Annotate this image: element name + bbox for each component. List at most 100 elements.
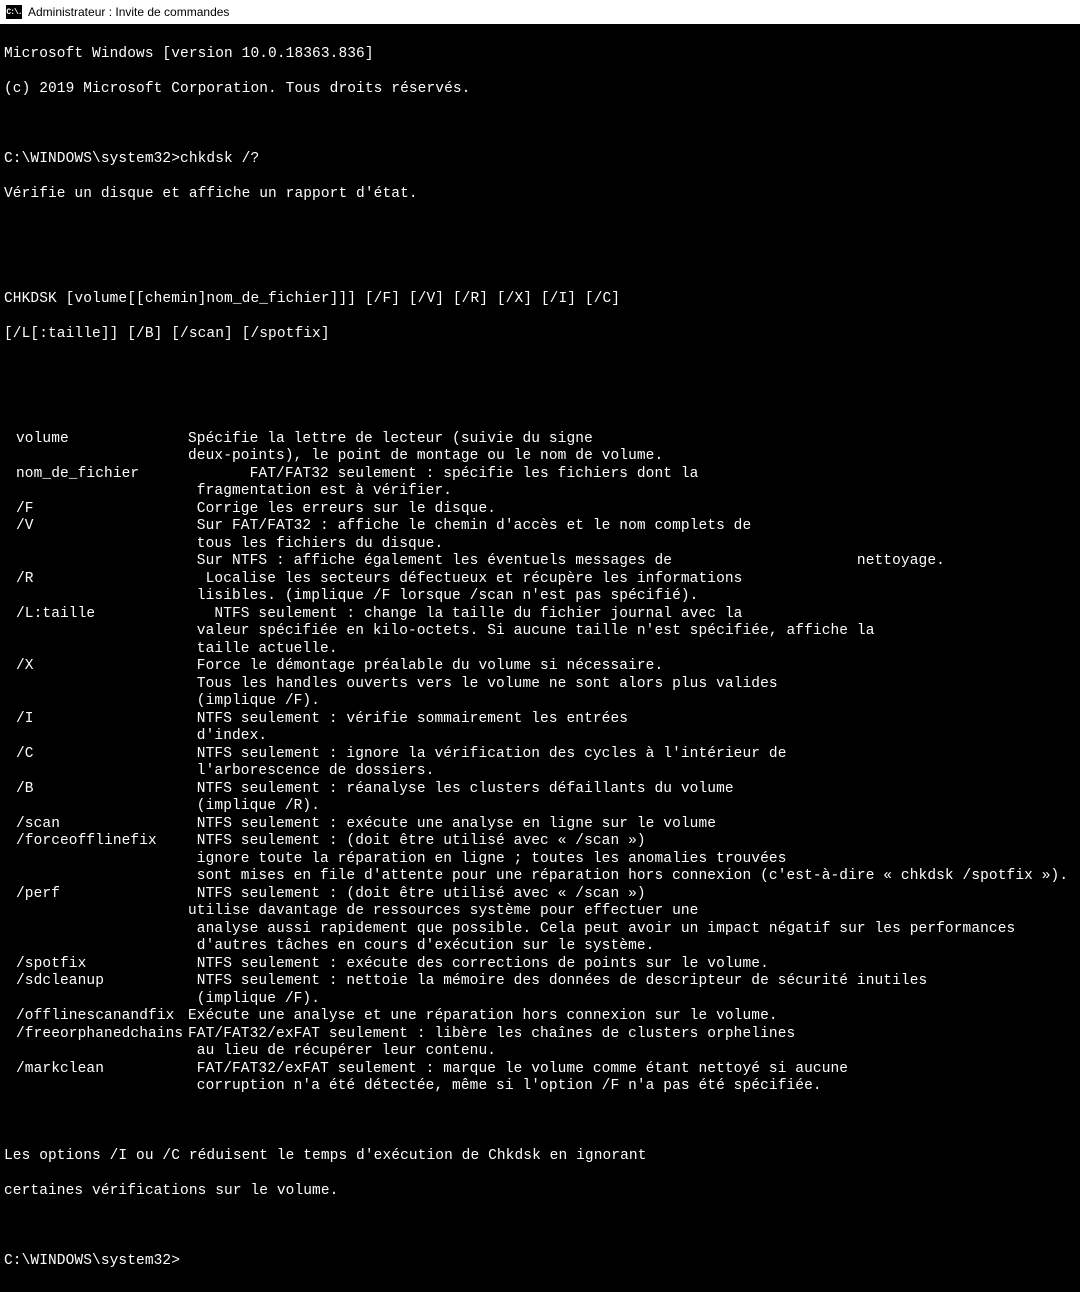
option-row: ignore toute la réparation en ligne ; to… <box>4 851 1076 869</box>
option-description: FAT/FAT32 seulement : spécifie les fichi… <box>188 466 1076 484</box>
option-key <box>4 448 188 466</box>
option-description: Sur NTFS : affiche également les éventue… <box>188 553 1076 571</box>
option-key <box>4 763 188 781</box>
option-description: d'index. <box>188 728 1076 746</box>
option-key <box>4 623 188 641</box>
option-description: Sur FAT/FAT32 : affiche le chemin d'accè… <box>188 518 1076 536</box>
syntax-line: [/L[:taille]] [/B] [/scan] [/spotfix] <box>4 326 1076 344</box>
option-row: d'index. <box>4 728 1076 746</box>
option-description: NTFS seulement : ignore la vérification … <box>188 746 1076 764</box>
option-key: nom_de_fichier <box>4 466 188 484</box>
option-row: /C NTFS seulement : ignore la vérificati… <box>4 746 1076 764</box>
options-list: volumeSpécifie la lettre de lecteur (sui… <box>4 431 1076 1096</box>
option-description: NTFS seulement : change la taille du fic… <box>188 606 1076 624</box>
blank-line <box>4 1113 1076 1131</box>
option-description: Localise les secteurs défectueux et récu… <box>188 571 1076 589</box>
option-row: /perf NTFS seulement : (doit être utilis… <box>4 886 1076 904</box>
option-description: analyse aussi rapidement que possible. C… <box>188 921 1076 939</box>
prompt-line: C:\WINDOWS\system32>chkdsk /? <box>4 151 1076 169</box>
option-row: tous les fichiers du disque. <box>4 536 1076 554</box>
option-description: lisibles. (implique /F lorsque /scan n'e… <box>188 588 1076 606</box>
footer-line: certaines vérifications sur le volume. <box>4 1183 1076 1201</box>
option-description: NTFS seulement : (doit être utilisé avec… <box>188 886 1076 904</box>
option-description: Exécute une analyse et une réparation ho… <box>188 1008 1076 1026</box>
option-description: fragmentation est à vérifier. <box>188 483 1076 501</box>
option-key <box>4 553 188 571</box>
option-key: /spotfix <box>4 956 188 974</box>
option-description: au lieu de récupérer leur contenu. <box>188 1043 1076 1061</box>
option-key: /F <box>4 501 188 519</box>
option-description: FAT/FAT32/exFAT seulement : marque le vo… <box>188 1061 1076 1079</box>
option-row: volumeSpécifie la lettre de lecteur (sui… <box>4 431 1076 449</box>
option-row: /scan NTFS seulement : exécute une analy… <box>4 816 1076 834</box>
option-row: /forceofflinefix NTFS seulement : (doit … <box>4 833 1076 851</box>
blank-line <box>4 361 1076 379</box>
option-description: sont mises en file d'attente pour une ré… <box>188 868 1076 886</box>
option-key <box>4 641 188 659</box>
option-description: tous les fichiers du disque. <box>188 536 1076 554</box>
option-row: Tous les handles ouverts vers le volume … <box>4 676 1076 694</box>
option-description: valeur spécifiée en kilo-octets. Si aucu… <box>188 623 1076 641</box>
version-line: Microsoft Windows [version 10.0.18363.83… <box>4 46 1076 64</box>
prompt-line: C:\WINDOWS\system32> <box>4 1253 1076 1271</box>
option-key: /V <box>4 518 188 536</box>
option-row: /offlinescanandfixExécute une analyse et… <box>4 1008 1076 1026</box>
window-titlebar[interactable]: C:\. Administrateur : Invite de commande… <box>0 0 1080 24</box>
option-key <box>4 1078 188 1096</box>
option-key <box>4 921 188 939</box>
option-row: (implique /F). <box>4 693 1076 711</box>
terminal-output[interactable]: Microsoft Windows [version 10.0.18363.83… <box>0 24 1080 1292</box>
option-description: Spécifie la lettre de lecteur (suivie du… <box>188 431 1076 449</box>
option-row: /B NTFS seulement : réanalyse les cluste… <box>4 781 1076 799</box>
option-key: /forceofflinefix <box>4 833 188 851</box>
copyright-line: (c) 2019 Microsoft Corporation. Tous dro… <box>4 81 1076 99</box>
blank-line <box>4 396 1076 414</box>
option-key: volume <box>4 431 188 449</box>
option-row: analyse aussi rapidement que possible. C… <box>4 921 1076 939</box>
syntax-line: CHKDSK [volume[[chemin]nom_de_fichier]]]… <box>4 291 1076 309</box>
option-description: (implique /F). <box>188 693 1076 711</box>
option-key <box>4 938 188 956</box>
option-row: valeur spécifiée en kilo-octets. Si aucu… <box>4 623 1076 641</box>
option-key: /offlinescanandfix <box>4 1008 188 1026</box>
option-row: fragmentation est à vérifier. <box>4 483 1076 501</box>
option-description: NTFS seulement : réanalyse les clusters … <box>188 781 1076 799</box>
option-description: NTFS seulement : exécute des corrections… <box>188 956 1076 974</box>
option-key <box>4 588 188 606</box>
option-row: /markclean FAT/FAT32/exFAT seulement : m… <box>4 1061 1076 1079</box>
option-key: /C <box>4 746 188 764</box>
option-key: /perf <box>4 886 188 904</box>
option-description: FAT/FAT32/exFAT seulement : libère les c… <box>188 1026 1076 1044</box>
option-key: /scan <box>4 816 188 834</box>
option-key <box>4 728 188 746</box>
option-row: /V Sur FAT/FAT32 : affiche le chemin d'a… <box>4 518 1076 536</box>
option-description: NTFS seulement : vérifie sommairement le… <box>188 711 1076 729</box>
option-key: /X <box>4 658 188 676</box>
option-row: /sdcleanup NTFS seulement : nettoie la m… <box>4 973 1076 991</box>
option-description: NTFS seulement : (doit être utilisé avec… <box>188 833 1076 851</box>
option-row: sont mises en file d'attente pour une ré… <box>4 868 1076 886</box>
option-row: /R Localise les secteurs défectueux et r… <box>4 571 1076 589</box>
option-row: deux-points), le point de montage ou le … <box>4 448 1076 466</box>
option-row: (implique /R). <box>4 798 1076 816</box>
option-row: corruption n'a été détectée, même si l'o… <box>4 1078 1076 1096</box>
option-row: (implique /F). <box>4 991 1076 1009</box>
option-row: /X Force le démontage préalable du volum… <box>4 658 1076 676</box>
option-key: /I <box>4 711 188 729</box>
option-row: au lieu de récupérer leur contenu. <box>4 1043 1076 1061</box>
description-line: Vérifie un disque et affiche un rapport … <box>4 186 1076 204</box>
option-key <box>4 903 188 921</box>
option-key <box>4 798 188 816</box>
option-description: utilise davantage de ressources système … <box>188 903 1076 921</box>
option-row: Sur NTFS : affiche également les éventue… <box>4 553 1076 571</box>
option-description: (implique /R). <box>188 798 1076 816</box>
option-row: nom_de_fichier FAT/FAT32 seulement : spé… <box>4 466 1076 484</box>
option-key: /R <box>4 571 188 589</box>
option-description: ignore toute la réparation en ligne ; to… <box>188 851 1076 869</box>
option-key: /freeorphanedchains <box>4 1026 188 1044</box>
option-description: d'autres tâches en cours d'exécution sur… <box>188 938 1076 956</box>
option-row: l'arborescence de dossiers. <box>4 763 1076 781</box>
blank-line <box>4 116 1076 134</box>
option-key <box>4 991 188 1009</box>
option-row: d'autres tâches en cours d'exécution sur… <box>4 938 1076 956</box>
